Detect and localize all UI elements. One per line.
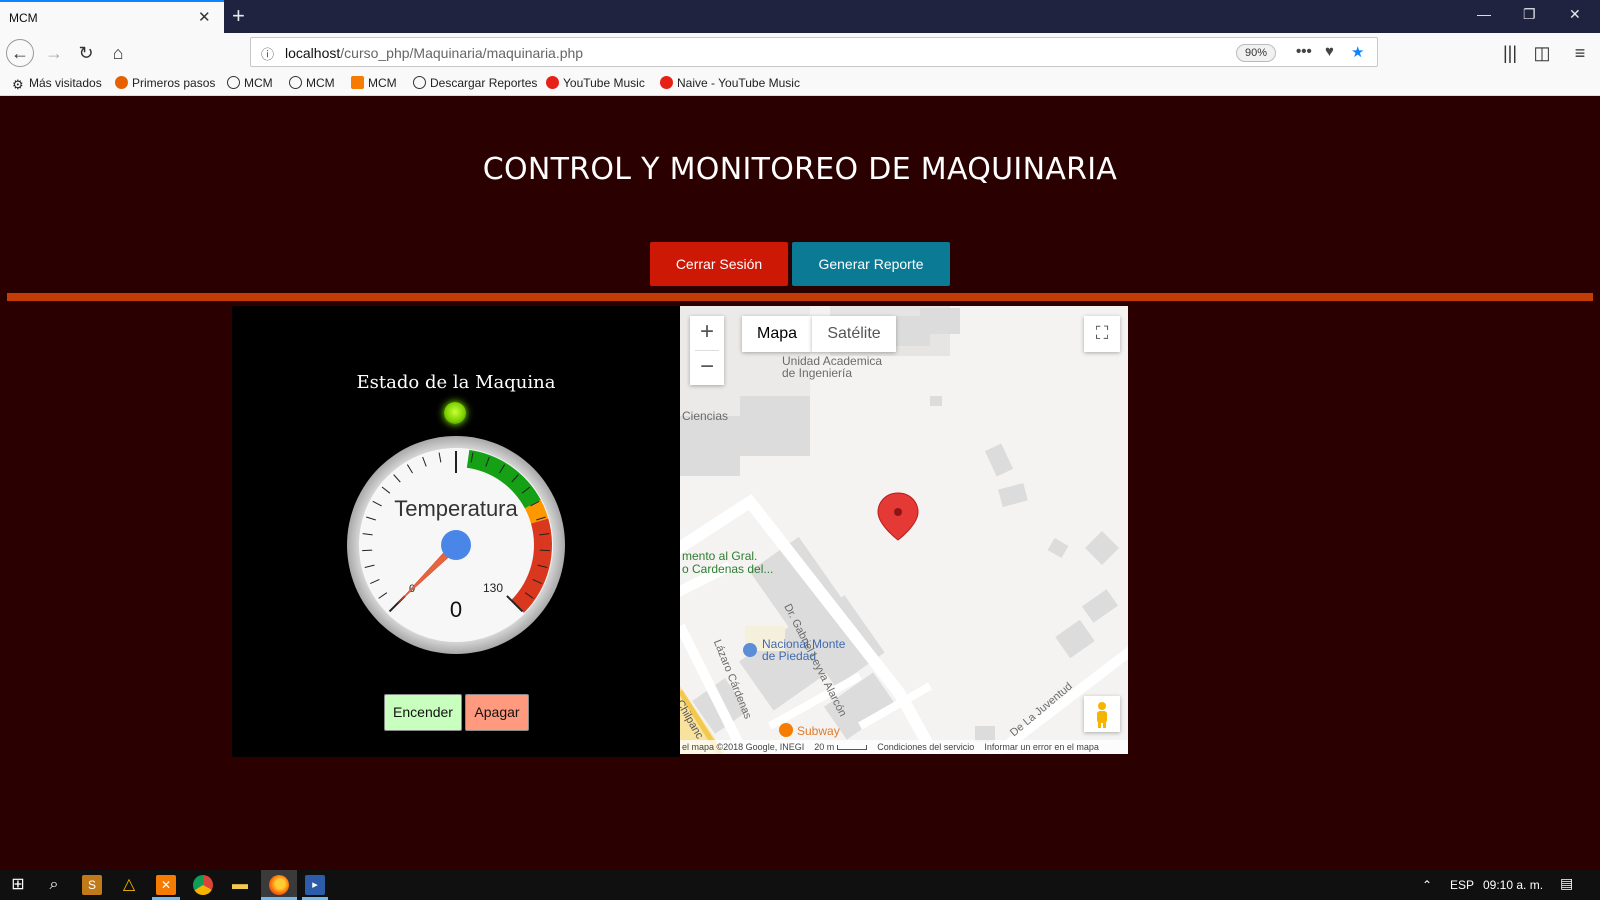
youtube-music-icon <box>546 76 559 89</box>
restore-icon[interactable]: ❐ <box>1523 6 1536 23</box>
map-footer: el mapa ©2018 Google, INEGI 20 m Condici… <box>680 740 1128 754</box>
globe-icon <box>289 76 302 89</box>
bookmark-youtube-music[interactable]: YouTube Music <box>546 76 645 90</box>
bank-poi-icon[interactable] <box>743 643 757 657</box>
browser-navbar: ← → ↻ ⌂ ⓘ localhost/curso_php/Maquinaria… <box>0 33 1600 73</box>
gauge-max-label: 130 <box>483 581 503 595</box>
map-report-link[interactable]: Informar un error en el mapa <box>984 742 1099 752</box>
temperature-gauge: Temperatura 0 130 0 <box>347 436 565 654</box>
search-icon[interactable]: ⌕ <box>44 875 64 895</box>
scale-bar <box>837 745 868 750</box>
tray-clock[interactable]: 09:10 a. m. <box>1483 878 1543 892</box>
bookmark-naive[interactable]: Naive - YouTube Music <box>660 76 800 90</box>
new-tab-icon[interactable]: + <box>232 3 245 29</box>
browser-tab-strip: MCM ✕ + — ❐ ✕ <box>0 0 1600 33</box>
map-type-map-tab[interactable]: Mapa <box>742 316 812 352</box>
location-marker-icon[interactable] <box>877 492 919 541</box>
url-bar[interactable]: ⓘ localhost/curso_php/Maquinaria/maquina… <box>250 37 1378 67</box>
windows-start-icon[interactable]: ⊞ <box>8 875 28 895</box>
map-label-subway: Subway <box>797 724 840 738</box>
fullscreen-icon[interactable]: ⛶ <box>1084 316 1120 352</box>
restaurant-poi-icon[interactable] <box>779 723 793 737</box>
firefox-icon[interactable] <box>269 875 289 895</box>
zoom-control: + − <box>690 316 724 385</box>
zoom-in-icon[interactable]: + <box>690 316 724 350</box>
home-icon[interactable]: ⌂ <box>104 39 132 67</box>
page-title: CONTROL Y MONITOREO DE MAQUINARIA <box>482 152 1118 187</box>
map-scale[interactable]: 20 m <box>814 742 834 752</box>
bookmark-reports[interactable]: Descargar Reportes <box>413 76 537 90</box>
map-label-monumento-2: o Cardenas del... <box>682 562 774 576</box>
gauge-tick <box>362 549 373 552</box>
close-tab-icon[interactable]: ✕ <box>198 8 211 26</box>
map-data-attribution: el mapa ©2018 Google, INEGI <box>682 742 805 752</box>
bookmarks-bar: ⚙ Más visitados Primeros pasos MCM MCM MC… <box>0 73 1600 96</box>
menu-icon[interactable]: ≡ <box>1566 39 1594 67</box>
generate-report-button[interactable]: Generar Reporte <box>792 242 950 286</box>
map-type-satellite-tab[interactable]: Satélite <box>812 316 896 352</box>
map-terms-link[interactable]: Condiciones del servicio <box>877 742 974 752</box>
gauge-label: Temperatura <box>394 496 518 521</box>
bookmark-mcm-1[interactable]: MCM <box>227 76 273 90</box>
bookmark-mcm-2[interactable]: MCM <box>289 76 335 90</box>
xampp-icon <box>351 76 364 89</box>
gauge-hub <box>441 530 471 560</box>
map-label-monumento: mento al Gral. <box>682 549 758 563</box>
taskbar: ⊞ ⌕ S △ ✕ ▬ ▸ ⌃ ESP 09:10 a. m. ▤ <box>0 870 1600 900</box>
sidebar-icon[interactable]: ◫ <box>1528 39 1556 67</box>
sublime-text-icon[interactable]: S <box>82 875 102 895</box>
map-view[interactable]: Unidad Academica de Ingeniería Ciencias … <box>680 306 1128 754</box>
zoom-out-icon[interactable]: − <box>690 351 724 385</box>
forward-icon[interactable]: → <box>40 39 68 67</box>
file-explorer-icon[interactable]: ▬ <box>230 875 250 895</box>
firefox-icon <box>115 76 128 89</box>
minimize-icon[interactable]: — <box>1477 6 1491 22</box>
machine-panel: Estado de la Maquina Temperatura 0 130 0… <box>232 306 680 757</box>
gauge-value: 0 <box>450 597 462 622</box>
gauge-tick <box>539 549 550 552</box>
street-view-pegman-icon[interactable] <box>1084 696 1120 732</box>
machine-status-title: Estado de la Maquina <box>356 372 556 393</box>
site-info-icon[interactable]: ⓘ <box>261 44 274 63</box>
bookmark-mcm-3[interactable]: MCM <box>351 76 397 90</box>
map-label-ciencias: Ciencias <box>682 409 729 423</box>
browser-tab[interactable]: MCM ✕ <box>0 0 224 33</box>
window-close-icon[interactable]: ✕ <box>1569 6 1581 23</box>
xampp-icon[interactable]: ✕ <box>156 875 176 895</box>
turn-on-button[interactable]: Encender <box>384 694 462 731</box>
divider <box>7 293 1593 301</box>
tray-language[interactable]: ESP <box>1450 878 1474 892</box>
globe-icon <box>227 76 240 89</box>
pocket-icon[interactable]: ♥ <box>1325 43 1334 60</box>
status-led-icon <box>444 402 466 424</box>
tray-chevron-icon[interactable]: ⌃ <box>1422 878 1432 892</box>
app-icon[interactable]: △ <box>119 875 139 895</box>
bookmark-star-icon[interactable]: ★ <box>1351 43 1364 61</box>
logout-button[interactable]: Cerrar Sesión <box>650 242 788 286</box>
globe-icon <box>413 76 426 89</box>
chrome-icon[interactable] <box>193 875 213 895</box>
notifications-icon[interactable]: ▤ <box>1560 875 1573 892</box>
zoom-badge[interactable]: 90% <box>1236 44 1276 62</box>
reload-icon[interactable]: ↻ <box>72 39 100 67</box>
tab-title: MCM <box>9 11 38 25</box>
library-icon[interactable]: ||| <box>1496 39 1524 67</box>
youtube-music-icon <box>660 76 673 89</box>
map-label-ingenieria: de Ingeniería <box>782 366 853 380</box>
turn-off-button[interactable]: Apagar <box>465 694 529 731</box>
bookmark-most-visited[interactable]: ⚙ Más visitados <box>12 76 102 92</box>
terminal-icon[interactable]: ▸ <box>305 875 325 895</box>
back-icon[interactable]: ← <box>6 39 34 67</box>
bookmark-getting-started[interactable]: Primeros pasos <box>115 76 215 90</box>
url-text: localhost/curso_php/Maquinaria/maquinari… <box>285 45 584 61</box>
page-actions-icon[interactable]: ••• <box>1296 43 1312 60</box>
gear-icon: ⚙ <box>12 77 24 92</box>
